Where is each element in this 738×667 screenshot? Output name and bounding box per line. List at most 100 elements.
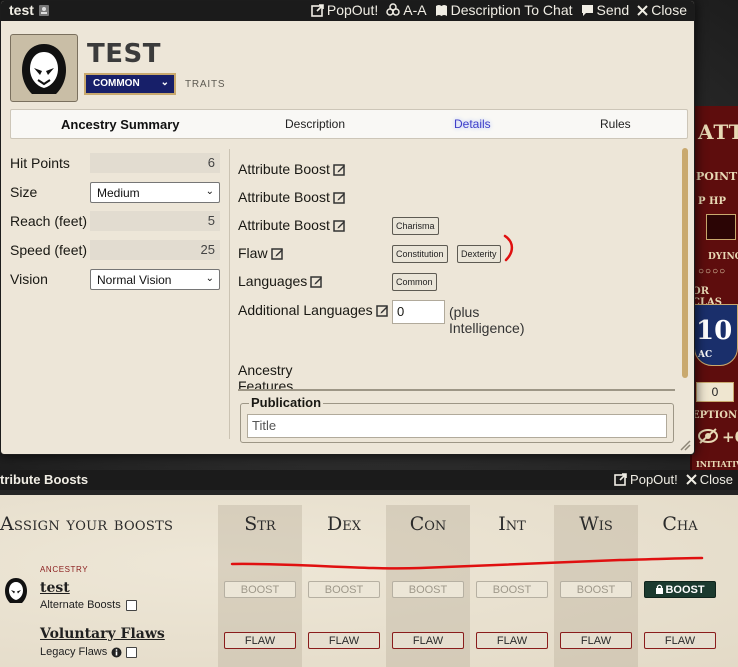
boost-button-str[interactable]: BOOST	[224, 581, 296, 598]
sheet-mode-button[interactable]: A-A	[386, 2, 427, 18]
vision-value: Normal Vision	[97, 273, 172, 287]
hp-box[interactable]	[706, 214, 736, 240]
attribute-header-cha: Cha	[662, 513, 698, 535]
legacy-flaws-checkbox[interactable]	[126, 646, 138, 658]
ancestry-portrait-small	[2, 575, 30, 605]
size-label: Size	[10, 184, 38, 200]
ancestry-name-link[interactable]: test	[40, 580, 70, 596]
tag-constitution[interactable]: Constitution	[392, 245, 448, 263]
tab-details[interactable]: Details	[454, 117, 491, 131]
boost-button-dex[interactable]: BOOST	[308, 581, 380, 598]
window-title-text: test	[9, 2, 34, 18]
perception-box[interactable]: 0	[696, 382, 734, 402]
boosts-window-actions: PopOut! Close	[614, 472, 733, 487]
dying-pips[interactable]: ○○○○	[698, 266, 726, 277]
edit-icon[interactable]	[333, 219, 346, 232]
tag-dexterity[interactable]: Dexterity	[457, 245, 501, 263]
sheet-dying-fragment: DYING	[708, 252, 738, 262]
external-link-icon	[311, 3, 324, 17]
comment-icon	[581, 4, 594, 17]
hit-points-row: Hit Points 6	[10, 153, 220, 173]
description-to-chat-button[interactable]: Description To Chat	[435, 2, 573, 18]
boost-button-label: BOOST	[576, 584, 616, 596]
sheet-initiative-fragment: INITIATIVE	[696, 459, 738, 469]
reach-input[interactable]: 5	[90, 211, 220, 231]
attribute-boost-2-row: Attribute Boost	[238, 189, 346, 205]
chevron-down-icon: ⌄	[205, 186, 214, 197]
boost-button-label: BOOST	[665, 584, 705, 596]
tag-common[interactable]: Common	[392, 273, 437, 291]
send-button[interactable]: Send	[581, 2, 629, 18]
basic-stats-panel: Hit Points 6 Size Medium ⌄ Reach (feet) …	[1, 148, 229, 440]
voluntary-flaws-heading: Voluntary Flaws	[40, 626, 165, 642]
boost-button-cha[interactable]: BOOST	[644, 581, 716, 598]
traits-label[interactable]: TRAITS	[185, 79, 225, 90]
close-icon	[686, 474, 697, 485]
ancestry-portrait[interactable]	[10, 34, 78, 102]
alternate-boosts-checkbox[interactable]	[125, 599, 137, 611]
document-id-icon[interactable]	[38, 4, 50, 17]
boosts-close-button[interactable]: Close	[686, 472, 733, 487]
boost-button-label: BOOST	[408, 584, 448, 596]
boost-button-int[interactable]: BOOST	[476, 581, 548, 598]
flaw-button-dex[interactable]: FLAW	[308, 632, 380, 649]
hooded-figure-icon	[16, 40, 72, 96]
attribute-boost-2-label: Attribute Boost	[238, 189, 330, 205]
attribute-boost-3-row: Attribute Boost	[238, 217, 346, 233]
tag-charisma[interactable]: Charisma	[392, 217, 439, 235]
publication-title-input[interactable]: Title	[247, 414, 667, 438]
item-name[interactable]: TEST	[87, 39, 161, 69]
vision-select[interactable]: Normal Vision ⌄	[90, 269, 220, 290]
sheet-tabs: Ancestry Summary Description Details Rul…	[10, 109, 688, 139]
resize-handle-icon[interactable]	[679, 439, 691, 451]
attribute-header-dex: Dex	[327, 513, 361, 535]
hit-points-input[interactable]: 6	[90, 153, 220, 173]
edit-icon[interactable]	[333, 163, 346, 176]
attribute-boost-1-row: Attribute Boost	[238, 161, 346, 177]
flaw-button-cha[interactable]: FLAW	[644, 632, 716, 649]
boost-button-con[interactable]: BOOST	[392, 581, 464, 598]
info-icon[interactable]	[111, 647, 122, 658]
flaw-button-con[interactable]: FLAW	[392, 632, 464, 649]
alternate-boosts-row: Alternate Boosts	[40, 599, 137, 611]
boost-button-wis[interactable]: BOOST	[560, 581, 632, 598]
flaw-button-wis[interactable]: FLAW	[560, 632, 632, 649]
edit-icon[interactable]	[310, 275, 323, 288]
boosts-popout-button[interactable]: PopOut!	[614, 472, 678, 487]
flaw-button-str[interactable]: FLAW	[224, 632, 296, 649]
biohazard-icon	[386, 3, 400, 17]
rarity-select[interactable]: COMMON ⌄	[84, 73, 176, 95]
alternate-boosts-label: Alternate Boosts	[40, 599, 121, 611]
edit-icon[interactable]	[375, 304, 389, 317]
edit-icon[interactable]	[270, 247, 284, 260]
size-row: Size Medium ⌄	[10, 182, 220, 203]
details-scrollbar[interactable]	[682, 148, 688, 378]
size-select[interactable]: Medium ⌄	[90, 182, 220, 203]
flaw-button-int[interactable]: FLAW	[476, 632, 548, 649]
tab-rules[interactable]: Rules	[600, 117, 631, 131]
attribute-header-int: Int	[498, 513, 526, 535]
popout-button[interactable]: PopOut!	[311, 2, 378, 18]
attribute-header-wis: Wis	[579, 513, 613, 535]
additional-languages-row: Additional Languages	[238, 302, 389, 318]
boosts-window-header[interactable]: tribute Boosts PopOut! Close	[0, 470, 738, 490]
edit-icon[interactable]	[333, 191, 346, 204]
assign-boosts-heading: Assign your boosts	[0, 513, 174, 535]
ancestry-sheet-window: test PopOut! A-A Description To Chat Sen…	[0, 0, 695, 455]
window-header[interactable]: test PopOut! A-A Description To Chat Sen…	[1, 1, 694, 21]
sheet-points-fragment: POINTS	[696, 170, 738, 183]
boost-button-label: BOOST	[492, 584, 532, 596]
vision-label: Vision	[10, 271, 48, 287]
close-button[interactable]: Close	[637, 2, 687, 18]
additional-languages-label: Additional Languages	[238, 302, 373, 318]
reach-label: Reach (feet)	[10, 213, 88, 229]
tab-ancestry-summary[interactable]: Ancestry Summary	[61, 117, 180, 132]
speed-input[interactable]: 25	[90, 240, 220, 260]
sheet-hp-fragment: P HP	[698, 196, 726, 207]
ac-label: AC	[698, 350, 713, 360]
additional-languages-input[interactable]: 0	[392, 300, 445, 324]
chevron-down-icon: ⌄	[205, 273, 214, 284]
ancestry-features-dropzone	[238, 389, 675, 391]
boost-button-label: BOOST	[324, 584, 364, 596]
tab-description[interactable]: Description	[285, 117, 345, 131]
